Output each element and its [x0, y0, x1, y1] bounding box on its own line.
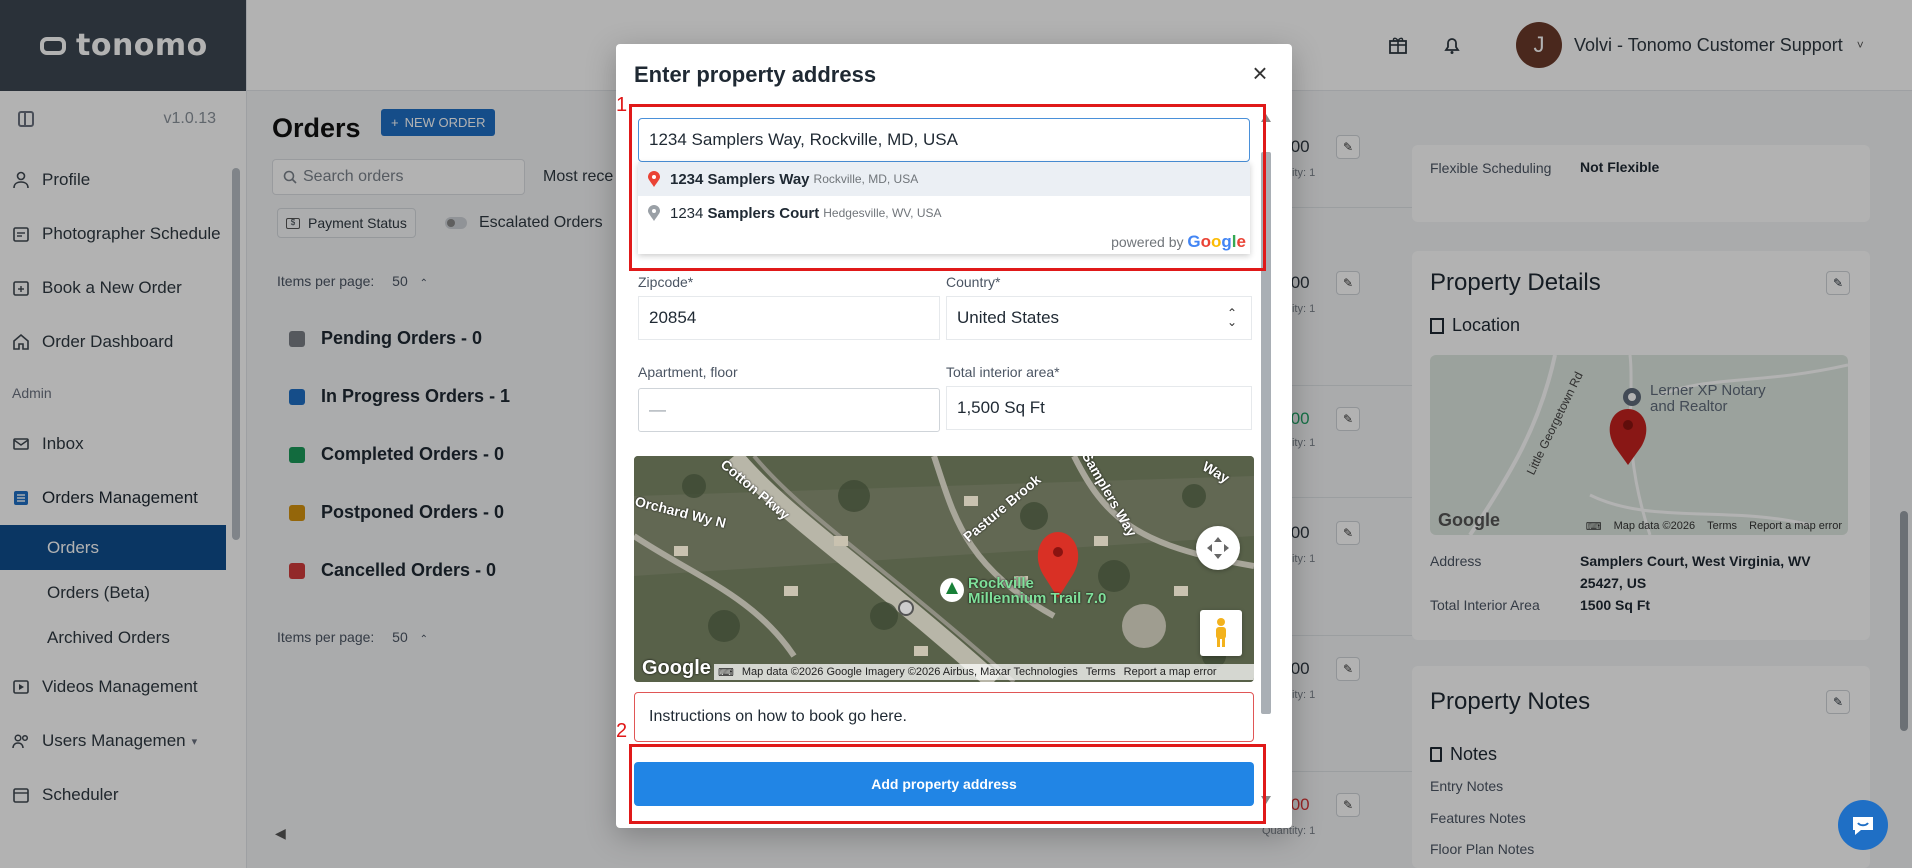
satellite-map[interactable]: Cotton Pkwy Orchard Wy N Pasture Brook S… — [634, 456, 1254, 682]
total-area-field[interactable]: 1,500 Sq Ft — [946, 386, 1252, 430]
zipcode-label: Zipcode* — [638, 274, 694, 290]
map-poi-label: Rockville Millennium Trail 7.0 — [968, 576, 1106, 606]
country-label: Country* — [946, 274, 1001, 290]
pegman-icon — [1216, 618, 1226, 647]
satellite-imagery — [634, 456, 1254, 682]
apartment-label: Apartment, floor — [638, 364, 738, 380]
move-arrows-icon — [1207, 537, 1229, 559]
map-terms-link[interactable]: Terms — [1086, 666, 1116, 678]
map-report-link[interactable]: Report a map error — [1124, 666, 1217, 678]
chat-icon — [1853, 817, 1873, 835]
country-value: United States — [957, 308, 1060, 327]
poi-line: Millennium Trail 7.0 — [968, 590, 1107, 607]
street-view-pegman[interactable] — [1200, 610, 1242, 656]
instructions-box: Instructions on how to book go here. — [634, 692, 1254, 742]
annotation-number-1: 1 — [616, 94, 628, 116]
google-logo: Google — [642, 657, 711, 679]
annotation-number-2: 2 — [616, 720, 628, 742]
poi-line: Rockville — [968, 575, 1034, 592]
annotation-box-1 — [629, 104, 1266, 271]
close-icon[interactable]: × — [1248, 60, 1272, 86]
map-attribution: ⌨ Map data ©2026 Google Imagery ©2026 Ai… — [714, 664, 1254, 680]
country-select[interactable]: United States ⌃ ⌄ — [946, 296, 1252, 340]
total-area-label: Total interior area* — [946, 364, 1060, 380]
keyboard-icon[interactable]: ⌨ — [718, 666, 734, 679]
annotation-box-2 — [629, 744, 1266, 824]
zipcode-field[interactable]: 20854 — [638, 296, 940, 340]
apartment-field[interactable]: — — [638, 388, 940, 432]
modal-title: Enter property address — [634, 62, 877, 87]
map-data-text: Map data ©2026 Google Imagery ©2026 Airb… — [741, 666, 1078, 678]
select-arrows-icon: ⌃ ⌄ — [1226, 306, 1237, 329]
chat-button[interactable] — [1838, 800, 1888, 850]
map-pan-control[interactable] — [1196, 526, 1240, 570]
